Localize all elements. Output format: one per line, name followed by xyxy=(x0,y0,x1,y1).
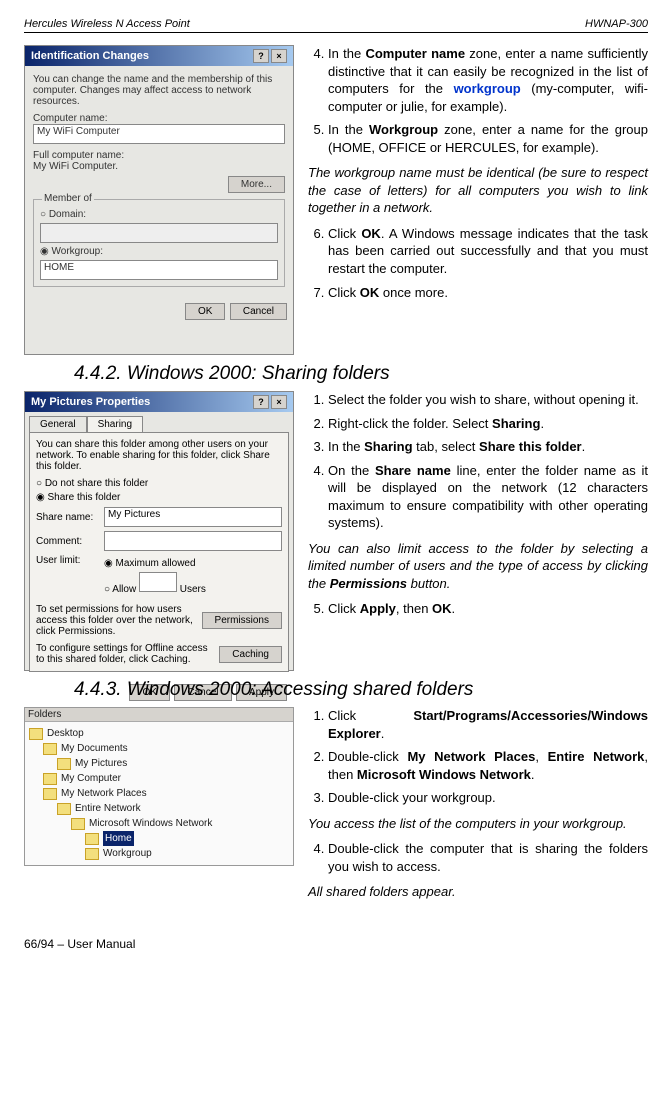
list-item: Select the folder you wish to share, wit… xyxy=(328,391,648,409)
content-col-2: Select the folder you wish to share, wit… xyxy=(308,391,648,671)
dialog-intro: You can change the name and the membersh… xyxy=(33,74,285,107)
link-workgroup[interactable]: workgroup xyxy=(454,81,521,96)
list-item: In the Sharing tab, select Share this fo… xyxy=(328,438,648,456)
close-icon[interactable]: × xyxy=(271,395,287,409)
radio-max[interactable]: ◉ Maximum allowed xyxy=(104,558,206,569)
cancel-button[interactable]: Cancel xyxy=(230,303,287,320)
workgroup-icon xyxy=(85,848,99,860)
input-user-count[interactable] xyxy=(139,572,177,592)
radio-workgroup[interactable]: ◉ Workgroup: xyxy=(40,246,278,257)
folder-tree-image: Folders Desktop My Documents My Pictures… xyxy=(24,707,294,825)
dialog-title: Identification Changes xyxy=(31,50,149,62)
folder-icon xyxy=(43,743,57,755)
header-right: HWNAP-300 xyxy=(585,18,648,30)
content-col-1: In the Computer name zone, enter a name … xyxy=(308,45,648,355)
radio-share[interactable]: ◉ Share this folder xyxy=(36,492,282,503)
help-icon[interactable]: ? xyxy=(253,49,269,63)
help-icon[interactable]: ? xyxy=(253,395,269,409)
list-item: Double-click My Network Places, Entire N… xyxy=(328,748,648,783)
list-item: Click OK. A Windows message indicates th… xyxy=(328,225,648,278)
network-icon xyxy=(43,788,57,800)
perm-text: To set permissions for how users access … xyxy=(36,604,196,637)
list-item: Double-click the computer that is sharin… xyxy=(328,840,648,875)
radio-domain[interactable]: ○ Domain: xyxy=(40,209,278,220)
more-button[interactable]: More... xyxy=(228,176,285,193)
heading-443: 4.4.3. Windows 2000: Accessing shared fo… xyxy=(74,679,648,701)
list-item: Click OK once more. xyxy=(328,284,648,302)
label-user-limit: User limit: xyxy=(36,555,98,598)
list-item: In the Workgroup zone, enter a name for … xyxy=(328,121,648,156)
network-icon xyxy=(71,818,85,830)
tree-item[interactable]: My Computer xyxy=(29,771,289,786)
folder-icon xyxy=(57,758,71,770)
note-permissions: You can also limit access to the folder … xyxy=(308,540,648,593)
list-item: In the Computer name zone, enter a name … xyxy=(328,45,648,115)
radio-allow[interactable]: ○ Allow Users xyxy=(104,572,206,595)
note-workgroup: The workgroup name must be identical (be… xyxy=(308,164,648,217)
input-computer-name[interactable]: My WiFi Computer xyxy=(33,124,285,144)
computer-icon xyxy=(43,773,57,785)
input-comment[interactable] xyxy=(104,531,282,551)
label-share-name: Share name: xyxy=(36,512,98,523)
dialog-properties: My Pictures Properties ? × General Shari… xyxy=(24,391,294,671)
radio-noshare[interactable]: ○ Do not share this folder xyxy=(36,478,282,489)
tree-item[interactable]: My Documents xyxy=(29,741,289,756)
list-item: Double-click your workgroup. xyxy=(328,789,648,807)
tab-general[interactable]: General xyxy=(29,416,87,432)
input-domain xyxy=(40,223,278,243)
list-item: Right-click the folder. Select Sharing. xyxy=(328,415,648,433)
desktop-icon xyxy=(29,728,43,740)
heading-442: 4.4.2. Windows 2000: Sharing folders xyxy=(74,363,648,385)
input-share-name[interactable]: My Pictures xyxy=(104,507,282,527)
list-item: On the Share name line, enter the folder… xyxy=(328,462,648,532)
tree-item[interactable]: Desktop xyxy=(29,726,289,741)
list-item: Click Start/Programs/Accessories/Windows… xyxy=(328,707,648,742)
dialog-title: My Pictures Properties xyxy=(31,396,150,408)
group-label: Member of xyxy=(42,193,94,204)
caching-button[interactable]: Caching xyxy=(219,646,282,663)
tree-item[interactable]: Entire Network xyxy=(29,801,289,816)
dialog-identification-changes: Identification Changes ? × You can chang… xyxy=(24,45,294,355)
tree-item[interactable]: My Network Places xyxy=(29,786,289,801)
tree-item[interactable]: Workgroup xyxy=(29,846,289,861)
tree-item[interactable]: Microsoft Windows Network xyxy=(29,816,289,831)
page-header: Hercules Wireless N Access Point HWNAP-3… xyxy=(24,18,648,33)
content-col-3: Click Start/Programs/Accessories/Windows… xyxy=(308,707,648,909)
permissions-button[interactable]: Permissions xyxy=(202,612,282,629)
cache-text: To configure settings for Offline access… xyxy=(36,643,213,665)
close-icon[interactable]: × xyxy=(271,49,287,63)
end-note: All shared folders appear. xyxy=(308,883,648,901)
label-full-name: Full computer name: xyxy=(33,150,285,161)
list-item: Click Apply, then OK. xyxy=(328,600,648,618)
label-computer-name: Computer name: xyxy=(33,113,285,124)
tree-item-selected[interactable]: Home xyxy=(29,831,289,846)
globe-icon xyxy=(57,803,71,815)
header-left: Hercules Wireless N Access Point xyxy=(24,18,190,30)
workgroup-icon xyxy=(85,833,99,845)
value-full-name: My WiFi Computer. xyxy=(33,161,285,172)
page-footer: 66/94 – User Manual xyxy=(24,937,648,951)
ok-button[interactable]: OK xyxy=(185,303,225,320)
tab-sharing[interactable]: Sharing xyxy=(87,416,143,432)
input-workgroup[interactable]: HOME xyxy=(40,260,278,280)
label-comment: Comment: xyxy=(36,536,98,547)
sharing-intro: You can share this folder among other us… xyxy=(36,439,282,472)
tree-item[interactable]: My Pictures xyxy=(29,756,289,771)
tree-header: Folders xyxy=(25,708,293,722)
note-access: You access the list of the computers in … xyxy=(308,815,648,833)
